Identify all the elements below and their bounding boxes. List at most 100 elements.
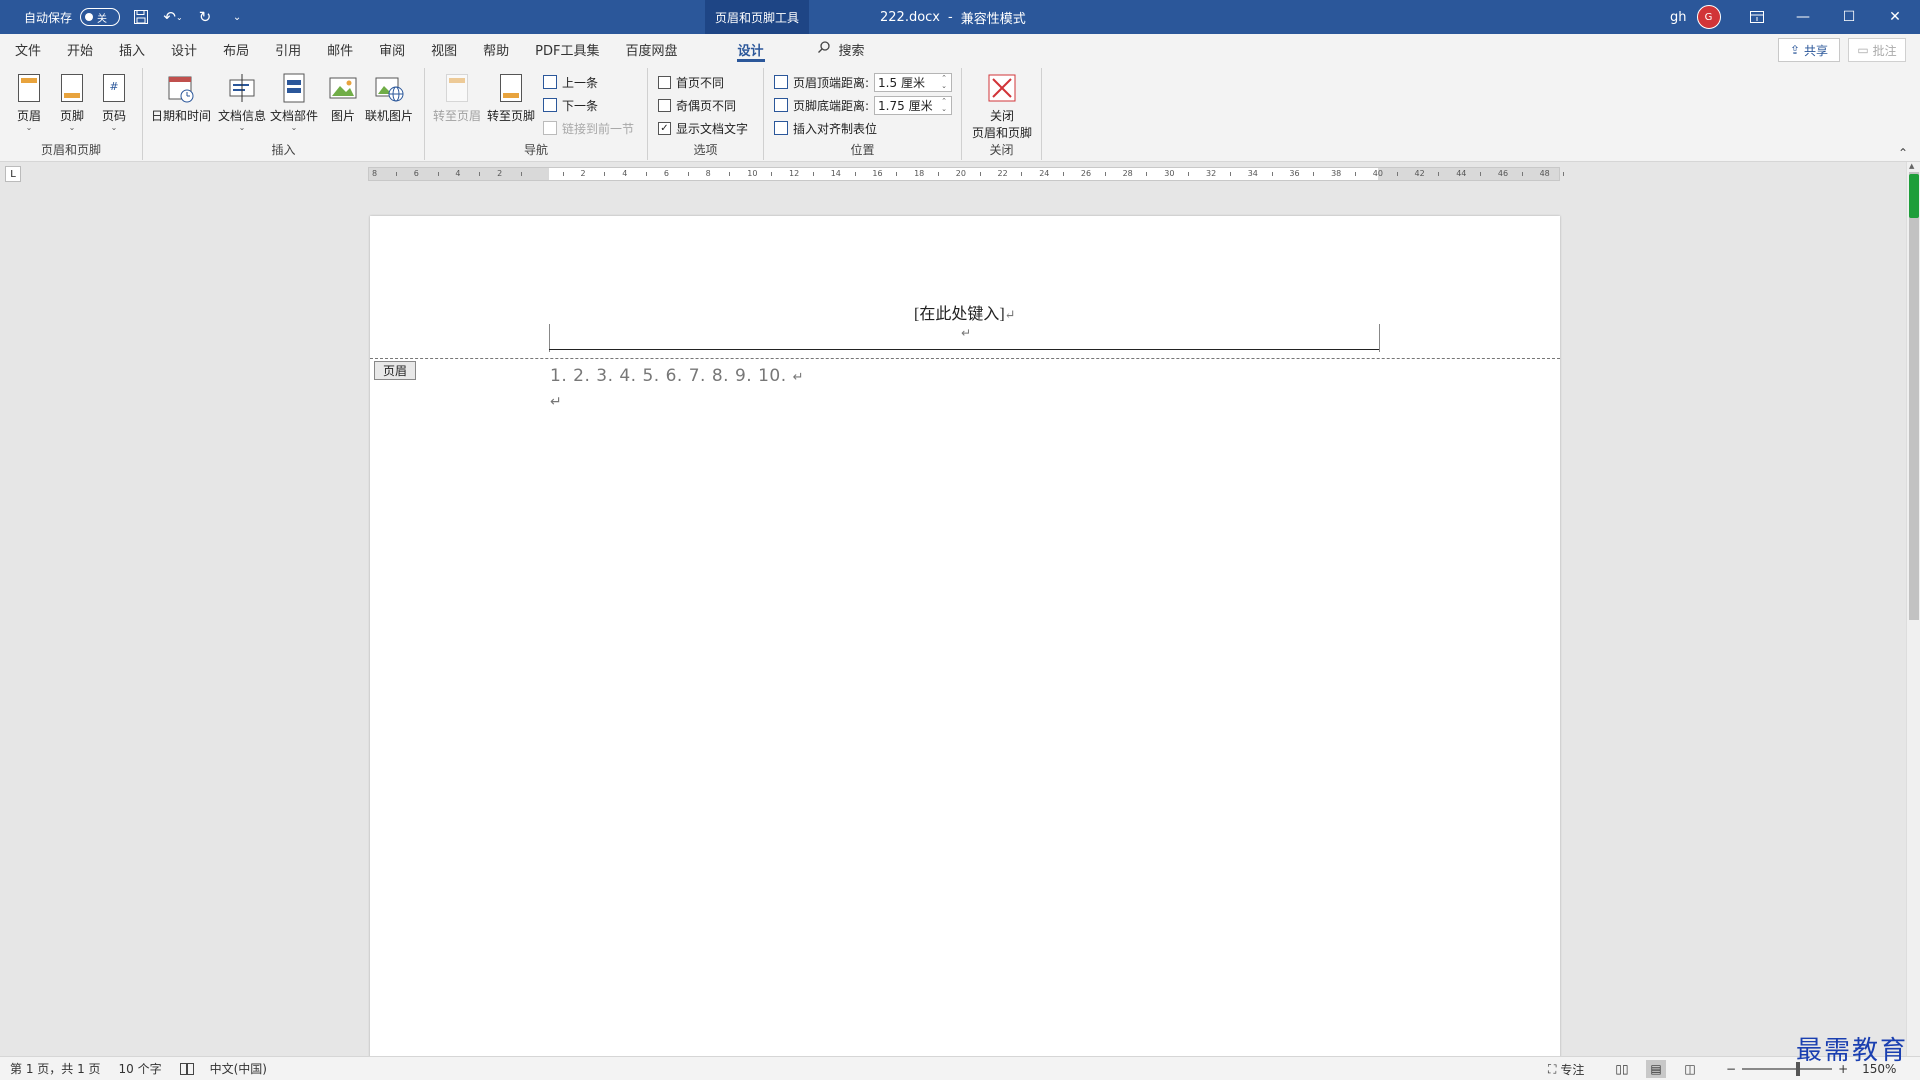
tab-file[interactable]: 文件 <box>2 34 54 64</box>
tab-home[interactable]: 开始 <box>54 34 106 64</box>
date-time-button[interactable]: 日期和时间 <box>151 72 211 124</box>
horizontal-ruler[interactable]: 8 6 4 2 2 4 6 8 10 12 14 16 18 20 22 24 26 28 30 32 34 36 38 40… <box>368 167 1565 181</box>
ruler-tick-mark <box>1104 172 1106 176</box>
ruler-tick-label: 4 <box>622 169 628 178</box>
ruler-tick-label: 2 <box>580 169 586 178</box>
footer-icon <box>61 74 83 102</box>
checkbox-icon <box>658 75 671 89</box>
tab-selector-icon[interactable]: L <box>5 166 21 182</box>
close-x-icon <box>987 72 1017 104</box>
doc-name: 222.docx <box>880 9 940 25</box>
comment-icon: ▭ <box>1857 43 1869 57</box>
zoom-out-icon[interactable]: − <box>1726 1062 1736 1076</box>
page-count[interactable]: 第 1 页，共 1 页 <box>10 1060 101 1077</box>
share-button[interactable]: ⇪ 共享 <box>1778 38 1840 62</box>
customize-qat-icon[interactable]: ⌄ <box>226 6 248 28</box>
page-number-button[interactable]: # 页码 ⌄ <box>99 72 129 132</box>
footer-bottom-spinner[interactable]: 1.75 厘米 ⌃ ⌄ <box>874 95 953 115</box>
ruler-tick-mark <box>604 172 606 176</box>
goto-header-button[interactable]: 转至页眉 <box>433 72 481 124</box>
maximize-icon[interactable]: ☐ <box>1826 0 1872 34</box>
zoom-slider[interactable] <box>1742 1062 1833 1076</box>
read-mode-icon[interactable]: ▯▯ <box>1612 1060 1632 1078</box>
redo-icon[interactable]: ↻ <box>194 6 216 28</box>
header-placeholder[interactable]: [在此处键入]↵ <box>914 300 1016 324</box>
document-page[interactable]: [在此处键入]↵ ↵ 页眉 1. 2. 3. 4. 5. 6. 7. 8. 9.… <box>370 216 1560 1056</box>
tab-pdf-tools[interactable]: PDF工具集 <box>522 34 612 64</box>
calendar-icon <box>166 72 196 104</box>
vertical-scrollbar[interactable]: ▲ <box>1906 162 1920 1056</box>
ruler-tick-mark <box>729 172 731 176</box>
minimize-icon[interactable]: — <box>1780 0 1826 34</box>
undo-icon[interactable]: ↶ ⌄ <box>162 6 184 28</box>
ribbon: 页眉 ⌄ 页脚 ⌄ # 页码 ⌄ 页眉和页脚 日期和时间 文档信息 ⌄ 文档部件… <box>0 64 1920 206</box>
word-count[interactable]: 10 个字 <box>119 1060 162 1077</box>
doc-info-button[interactable]: 文档信息 ⌄ <box>218 72 266 132</box>
tab-view[interactable]: 视图 <box>418 34 470 64</box>
tab-mailings[interactable]: 邮件 <box>314 34 366 64</box>
header-button[interactable]: 页眉 ⌄ <box>14 72 44 132</box>
tab-header-footer-design[interactable]: 设计 <box>725 34 777 64</box>
focus-mode[interactable]: ⛶ 专注 <box>1548 1057 1584 1080</box>
online-picture-button[interactable]: 联机图片 <box>365 72 413 124</box>
autosave-toggle[interactable]: 关 <box>80 8 121 26</box>
tab-insert[interactable]: 插入 <box>106 34 158 64</box>
proofing-icon[interactable] <box>179 1062 194 1075</box>
tab-baidu-netdisk[interactable]: 百度网盘 <box>612 34 690 64</box>
language[interactable]: 中文(中国) <box>210 1060 267 1077</box>
ruler-tick-mark <box>1063 172 1065 176</box>
ruler-tick-mark <box>1563 172 1565 176</box>
scroll-up-icon[interactable]: ▲ <box>1909 162 1914 170</box>
show-document-text-checkbox[interactable]: ✓ 显示文档文字 <box>658 118 748 138</box>
ruler-tick-label: 22 <box>997 169 1008 178</box>
web-layout-icon[interactable]: ◫ <box>1680 1060 1700 1078</box>
insert-alignment-tab-button[interactable]: 插入对齐制表位 <box>774 118 877 138</box>
link-icon <box>543 121 557 135</box>
picture-button[interactable]: 图片 <box>328 72 358 124</box>
ruler-tick-label: 36 <box>1289 169 1300 178</box>
ruler-tick-mark <box>1480 172 1482 176</box>
ruler-tick-mark <box>395 172 397 176</box>
header-top-spinner[interactable]: 1.5 厘米 ⌃ ⌄ <box>874 72 953 92</box>
search-box[interactable]: 搜索 <box>817 40 865 59</box>
link-to-previous-button[interactable]: 链接到前一节 <box>543 118 634 138</box>
next-button[interactable]: 下一条 <box>543 95 598 115</box>
doc-parts-button[interactable]: 文档部件 ⌄ <box>270 72 318 132</box>
ruler-tick-label: 32 <box>1206 169 1217 178</box>
close-icon[interactable]: ✕ <box>1872 0 1918 34</box>
body-paragraph[interactable]: 1. 2. 3. 4. 5. 6. 7. 8. 9. 10. ↵ <box>550 366 804 386</box>
autosave[interactable]: 自动保存 关 <box>24 8 121 26</box>
doc-parts-icon <box>279 72 309 104</box>
ruler-tick-label: 6 <box>413 169 419 178</box>
contextual-tab-label: 页眉和页脚工具 <box>705 0 809 34</box>
tab-help[interactable]: 帮助 <box>470 34 522 64</box>
different-odd-even-checkbox[interactable]: 奇偶页不同 <box>658 95 736 115</box>
ribbon-tabs: 文件 开始 插入 设计 布局 引用 邮件 审阅 视图 帮助 PDF工具集 百度网… <box>0 34 1920 64</box>
tab-design[interactable]: 设计 <box>158 34 210 64</box>
previous-button[interactable]: 上一条 <box>543 72 598 92</box>
ruler-tick-label: 40 <box>1372 169 1383 178</box>
close-header-footer-button[interactable]: 关闭 页眉和页脚 <box>970 72 1034 141</box>
ribbon-display-options-icon[interactable] <box>1734 0 1780 34</box>
ruler-tick-mark <box>854 172 856 176</box>
tab-references[interactable]: 引用 <box>262 34 314 64</box>
ruler-tick-mark <box>1271 172 1273 176</box>
save-icon[interactable] <box>130 6 152 28</box>
footer-bottom-icon <box>774 98 788 112</box>
user-account[interactable]: gh G <box>1670 0 1721 34</box>
ruler-tick-label: 6 <box>663 169 669 178</box>
ruler-tick-label: 8 <box>705 169 711 178</box>
print-layout-icon[interactable]: ▤ <box>1646 1060 1666 1078</box>
tab-layout[interactable]: 布局 <box>210 34 262 64</box>
goto-footer-button[interactable]: 转至页脚 <box>487 72 535 124</box>
scroll-thumb[interactable] <box>1909 172 1919 620</box>
avatar[interactable]: G <box>1696 5 1721 29</box>
paragraph-mark: ↵ <box>1004 307 1016 322</box>
collapse-ribbon-icon[interactable]: ⌃ <box>1898 146 1908 160</box>
different-first-page-checkbox[interactable]: 首页不同 <box>658 72 724 92</box>
comments-button[interactable]: ▭ 批注 <box>1848 38 1906 62</box>
footer-button[interactable]: 页脚 ⌄ <box>57 72 87 132</box>
ruler-tick-label: 44 <box>1456 169 1467 178</box>
tab-review[interactable]: 审阅 <box>366 34 418 64</box>
goto-footer-icon <box>500 74 522 102</box>
